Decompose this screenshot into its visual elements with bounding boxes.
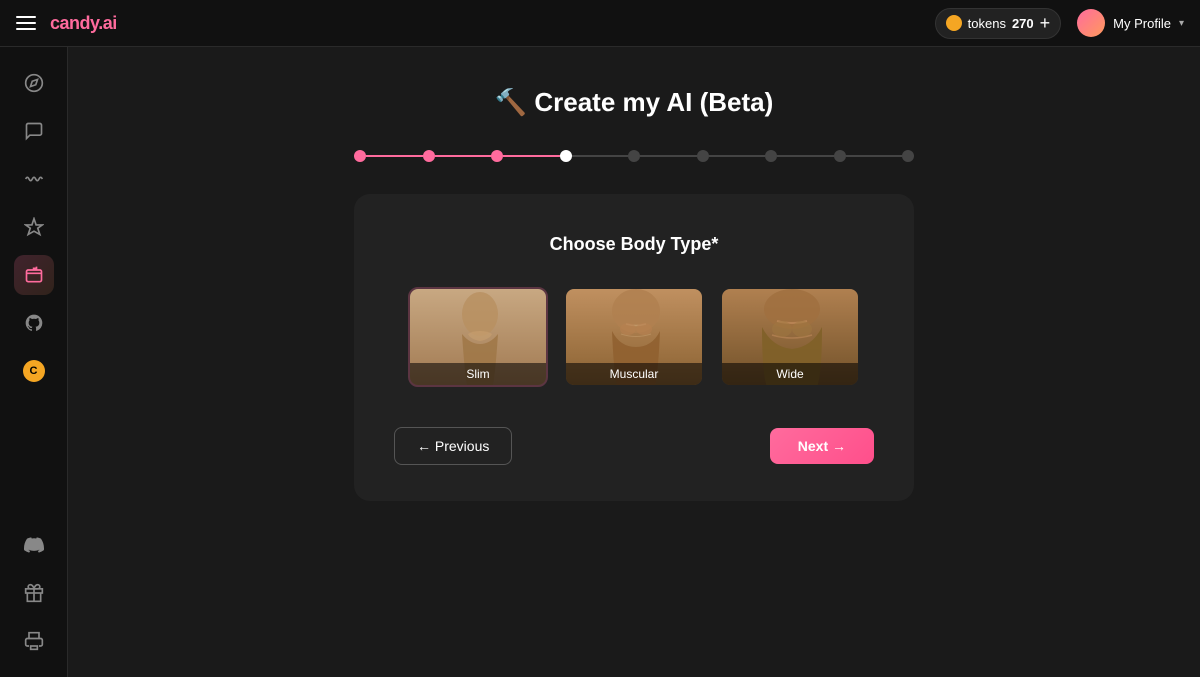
step-dot-5 — [628, 150, 640, 162]
sidebar-item-github[interactable] — [14, 303, 54, 343]
step-line-1 — [366, 155, 423, 157]
step-line-4 — [572, 155, 629, 157]
step-dot-7 — [765, 150, 777, 162]
sidebar-item-compass[interactable] — [14, 63, 54, 103]
sidebar-item-effects[interactable] — [14, 207, 54, 247]
wide-label: Wide — [722, 363, 858, 385]
token-coin-icon — [946, 15, 962, 31]
main-content: 🔨 Create my AI (Beta) — [68, 47, 1200, 677]
next-button[interactable]: Next → — [770, 428, 874, 464]
sidebar-top: C — [14, 63, 54, 391]
body-option-wide[interactable]: Wide — [720, 287, 860, 387]
step-line-3 — [503, 155, 560, 157]
sidebar-item-trophy[interactable] — [14, 621, 54, 661]
menu-button[interactable] — [16, 16, 36, 30]
tokens-label: tokens — [968, 16, 1006, 31]
step-dot-1 — [354, 150, 366, 162]
profile-button[interactable]: My Profile ▾ — [1077, 9, 1184, 37]
sidebar-item-discord[interactable] — [14, 525, 54, 565]
tokens-count: 270 — [1012, 16, 1034, 31]
step-line-2 — [435, 155, 492, 157]
step-dot-6 — [697, 150, 709, 162]
body-option-muscular[interactable]: Muscular — [564, 287, 704, 387]
page-title: 🔨 Create my AI (Beta) — [495, 87, 773, 118]
previous-button[interactable]: ← Previous — [394, 427, 512, 465]
logo-tld: .ai — [98, 13, 117, 33]
progress-stepper — [354, 150, 914, 162]
sidebar-item-gift[interactable] — [14, 573, 54, 613]
step-line-5 — [640, 155, 697, 157]
main-layout: C 🔨 Create my AI (Beta) — [0, 47, 1200, 677]
sidebar-item-chat[interactable] — [14, 111, 54, 151]
profile-label: My Profile — [1113, 16, 1171, 31]
topnav-left: candy.ai — [16, 13, 117, 34]
step-dot-2 — [423, 150, 435, 162]
tokens-badge: tokens 270 + — [935, 8, 1062, 39]
topnav-right: tokens 270 + My Profile ▾ — [935, 8, 1184, 39]
step-dot-3 — [491, 150, 503, 162]
muscular-label: Muscular — [566, 363, 702, 385]
slim-label: Slim — [410, 363, 546, 385]
step-dot-9 — [902, 150, 914, 162]
sidebar-bottom — [14, 525, 54, 661]
step-line-6 — [709, 155, 766, 157]
card-actions: ← Previous Next → — [394, 427, 874, 465]
sidebar-item-coin[interactable]: C — [14, 351, 54, 391]
logo-text: candy — [50, 13, 98, 33]
card-title: Choose Body Type* — [394, 234, 874, 255]
body-type-card: Choose Body Type* — [354, 194, 914, 501]
step-line-7 — [777, 155, 834, 157]
sidebar: C — [0, 47, 68, 677]
body-options: Slim — [394, 287, 874, 387]
logo: candy.ai — [50, 13, 117, 34]
body-option-slim[interactable]: Slim — [408, 287, 548, 387]
profile-avatar — [1077, 9, 1105, 37]
topnav: candy.ai tokens 270 + My Profile ▾ — [0, 0, 1200, 47]
step-dot-8 — [834, 150, 846, 162]
sidebar-item-create[interactable] — [14, 255, 54, 295]
add-tokens-button[interactable]: + — [1040, 13, 1051, 34]
step-line-8 — [846, 155, 903, 157]
sidebar-item-wave[interactable] — [14, 159, 54, 199]
chevron-down-icon: ▾ — [1179, 18, 1184, 29]
step-dot-4 — [560, 150, 572, 162]
